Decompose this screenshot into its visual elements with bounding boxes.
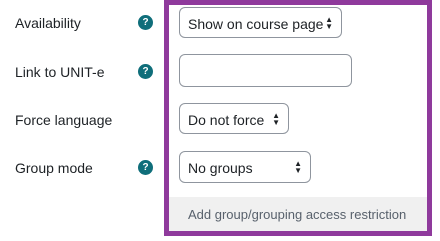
availability-help-icon[interactable]: ?: [138, 15, 153, 30]
link-to-unite-label: Link to UNIT-e: [15, 64, 105, 80]
highlight-box: [164, 0, 432, 236]
group-mode-label: Group mode: [15, 160, 93, 176]
group-mode-help-icon[interactable]: ?: [138, 160, 153, 175]
availability-label: Availability: [15, 15, 81, 31]
force-language-label: Force language: [15, 112, 113, 128]
link-to-unite-help-icon[interactable]: ?: [138, 64, 153, 79]
